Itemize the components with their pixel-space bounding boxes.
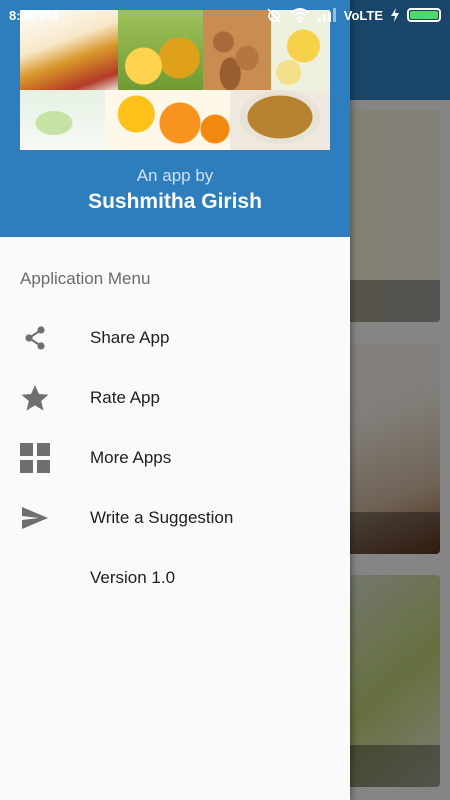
- wifi-icon: [290, 7, 310, 23]
- network-label: VoLTE: [343, 7, 383, 23]
- menu-item-rate-app[interactable]: Rate App: [0, 370, 350, 426]
- grid-icon: [20, 443, 50, 473]
- share-icon: [20, 323, 50, 353]
- menu-item-label: Version 1.0: [90, 568, 176, 587]
- menu-item-label: Rate App: [90, 388, 160, 407]
- menu-item-more-apps[interactable]: More Apps: [0, 430, 350, 486]
- menu-item-version[interactable]: Version 1.0: [0, 550, 350, 606]
- header-subtitle: An app by: [136, 166, 214, 185]
- navigation-drawer: An app by Sushmitha Girish Application M…: [0, 0, 350, 800]
- star-icon: [20, 383, 50, 413]
- alarm-off-icon: [266, 7, 282, 23]
- status-bar: 8:36 PM VoLTE: [0, 0, 450, 30]
- status-time: 8:36 PM: [9, 7, 59, 23]
- send-icon: [20, 503, 50, 533]
- menu-item-label: Share App: [90, 328, 170, 347]
- header-collage-image: [20, 10, 330, 150]
- charging-icon: [391, 8, 399, 22]
- menu-item-write-suggestion[interactable]: Write a Suggestion: [0, 490, 350, 546]
- author-name: Sushmitha Girish: [88, 190, 262, 213]
- menu-item-share-app[interactable]: Share App: [0, 310, 350, 366]
- drawer-header: An app by Sushmitha Girish: [0, 0, 350, 237]
- signal-icon: [317, 8, 336, 22]
- menu-item-label: More Apps: [90, 448, 172, 467]
- menu-item-label: Write a Suggestion: [90, 508, 234, 527]
- menu-heading: Application Menu: [20, 269, 151, 288]
- battery-icon: [407, 8, 441, 22]
